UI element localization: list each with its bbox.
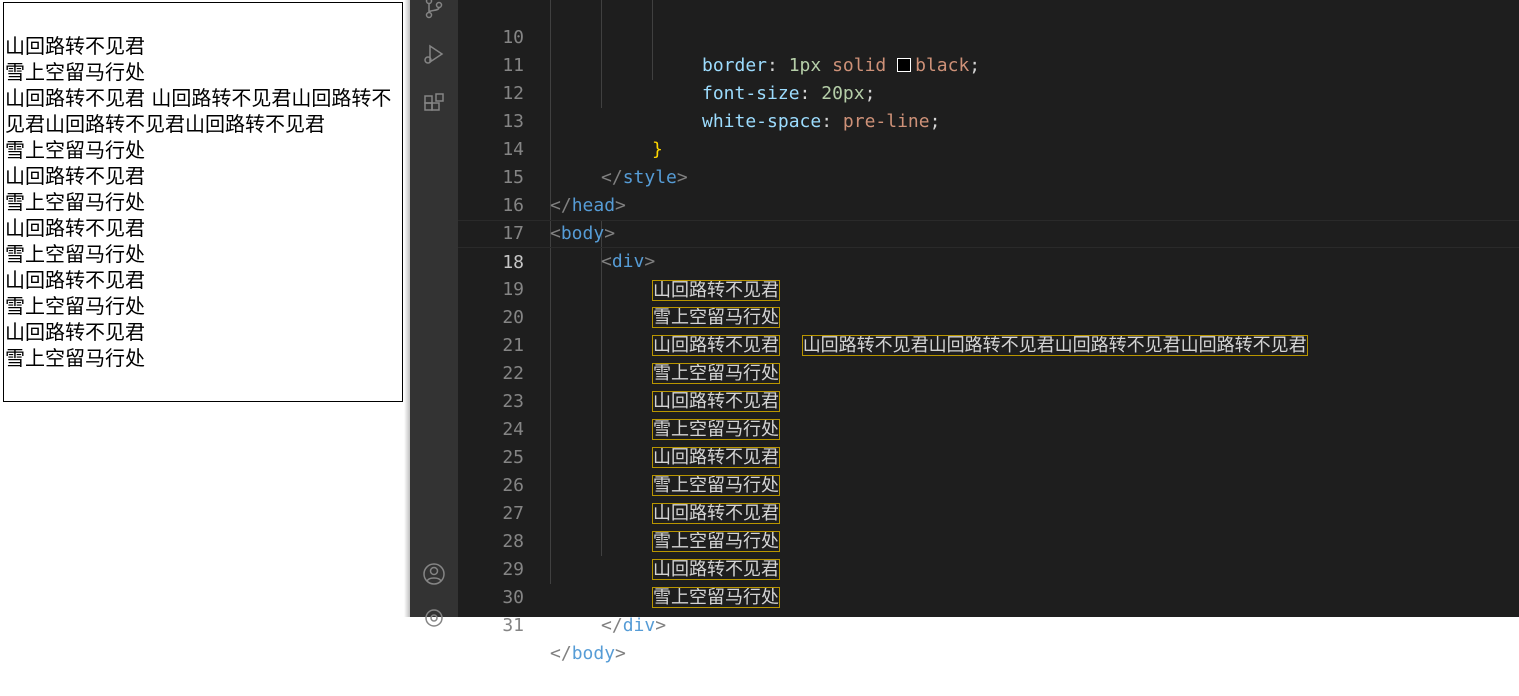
preview-line: 雪上空留马行处 [5,346,145,370]
code-line: 31 </body> [458,584,1519,664]
browser-preview: 山回路转不见君 雪上空留马行处 山回路转不见君 山回路转不见君山回路转不见君山回… [0,0,410,617]
source-control-icon[interactable] [422,0,446,20]
code-line: 28 山回路转不见君 [458,500,1519,580]
code-line: 16 <body> [458,164,1519,244]
code-line: 21 雪上空留马行处 [458,304,1519,384]
tag-name: body [571,643,616,664]
extensions-icon[interactable] [422,92,446,116]
preview-line: 山回路转不见君 [5,320,145,344]
code-line: 19 雪上空留马行处 [458,248,1519,328]
code-line: 27 雪上空留马行处 [458,472,1519,552]
tag-name: div [622,615,656,636]
preview-line: 山回路转不见君 [5,216,145,240]
code-line: 26 山回路转不见君 [458,444,1519,524]
preview-line: 雪上空留马行处 [5,190,145,214]
code-line: 13 } [458,80,1519,160]
preview-line: 山回路转不见君 [5,268,145,292]
code-line: 24 山回路转不见君 [458,388,1519,468]
run-debug-icon[interactable] [422,42,446,66]
preview-div-box: 山回路转不见君 雪上空留马行处 山回路转不见君 山回路转不见君山回路转不见君山回… [3,2,403,402]
code-line: 14 </style> [458,108,1519,188]
preview-line: 山回路转不见君 [5,34,145,58]
code-line-current: 18 山回路转不见君 [458,220,1519,301]
tag-bracket: </ [550,643,572,664]
code-line: 15 </head> [458,136,1519,216]
code-line: 25 雪上空留马行处 [458,416,1519,496]
account-icon[interactable] [422,562,446,586]
activity-bar [404,0,458,627]
preview-line: 山回路转不见君 [5,164,145,188]
line-number: 31 [502,615,524,636]
code-line: 29 雪上空留马行处 [458,528,1519,608]
line-code: </body> [550,640,626,668]
preview-line: 雪上空留马行处 [5,60,145,84]
code-line: 20 山回路转不见君 山回路转不见君山回路转不见君山回路转不见君山回路转不见君 [458,276,1519,356]
code-line: 12 white-space: pre-line; [458,52,1519,132]
line-code: </div> [601,612,666,640]
code-line: 30 </div> [458,556,1519,636]
code-line: 17 <div> [458,192,1519,272]
preview-line: 雪上空留马行处 [5,242,145,266]
code-line: 11 font-size: 20px; [458,24,1519,104]
code-editor[interactable]: 10 border: 1px solid black; 11 font-size… [458,0,1519,664]
preview-line: 雪上空留马行处 [5,294,145,318]
code-line: 23 雪上空留马行处 [458,360,1519,440]
code-line: 10 border: 1px solid black; [458,0,1519,76]
preview-line: 雪上空留马行处 [5,138,145,162]
preview-line: 山回路转不见君 山回路转不见君山回路转不见君山回路转不见君山回路转不见君 [5,86,392,136]
code-line: 22 山回路转不见君 [458,332,1519,412]
tag-bracket: </ [601,615,623,636]
settings-icon[interactable] [422,606,446,630]
tag-bracket: > [615,643,626,664]
tag-bracket: > [655,615,667,636]
